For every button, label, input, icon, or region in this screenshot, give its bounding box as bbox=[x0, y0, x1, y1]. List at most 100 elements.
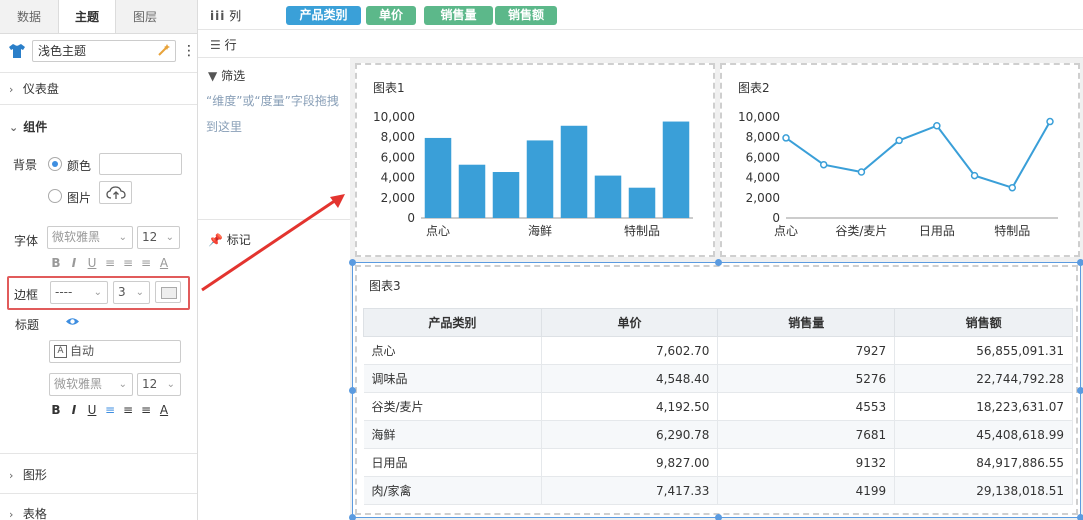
align-left-button[interactable]: ≡ bbox=[104, 256, 116, 270]
align-center-button[interactable]: ≡ bbox=[122, 256, 134, 270]
pill-unit-price[interactable]: 单价 bbox=[366, 6, 416, 25]
y-tick-label: 10,000 bbox=[738, 110, 780, 124]
divider bbox=[0, 493, 197, 494]
resize-handle[interactable] bbox=[349, 514, 356, 520]
tab-theme[interactable]: 主题 bbox=[58, 0, 116, 33]
chevron-right-icon: › bbox=[9, 469, 14, 482]
background-color-radio[interactable] bbox=[48, 157, 62, 171]
font-size-select[interactable]: 12 ⌄ bbox=[137, 226, 180, 249]
italic-button[interactable]: I bbox=[68, 403, 80, 417]
eye-icon[interactable] bbox=[65, 316, 80, 327]
x-tick-label: 特制品 bbox=[994, 223, 1030, 238]
table-cell: 22,744,792.28 bbox=[894, 364, 1073, 393]
resize-handle[interactable] bbox=[1077, 387, 1083, 394]
table-cell: 4,192.50 bbox=[541, 392, 719, 421]
title-font-family-select[interactable]: 微软雅黑 ⌄ bbox=[49, 373, 133, 396]
table-row[interactable]: 点心 7,602.70 7927 56,855,091.31 bbox=[363, 336, 1073, 365]
border-color-button[interactable] bbox=[155, 281, 181, 303]
align-right-button[interactable]: ≡ bbox=[140, 403, 152, 417]
align-center-button[interactable]: ≡ bbox=[122, 403, 134, 417]
border-width-select[interactable]: 3 ⌄ bbox=[113, 281, 150, 304]
columns-label-text: 列 bbox=[229, 9, 242, 23]
table-row[interactable]: 海鲜 6,290.78 7681 45,408,618.99 bbox=[363, 420, 1073, 449]
title-font-size-select[interactable]: 12 ⌄ bbox=[137, 373, 181, 396]
section-component[interactable]: ⌄ 组件 bbox=[0, 112, 197, 142]
align-left-button[interactable]: ≡ bbox=[104, 403, 116, 417]
section-shape-label: 图形 bbox=[22, 468, 47, 482]
bold-button[interactable]: B bbox=[50, 403, 62, 417]
table-header-cell[interactable]: 销售量 bbox=[717, 308, 896, 337]
divider bbox=[0, 453, 197, 454]
resize-handle[interactable] bbox=[715, 259, 722, 266]
table-cell: 4553 bbox=[717, 392, 896, 421]
italic-button[interactable]: I bbox=[68, 256, 80, 270]
table-cell: 9132 bbox=[717, 448, 896, 477]
rows-icon: ☰ bbox=[210, 38, 221, 52]
tab-layer[interactable]: 图层 bbox=[116, 0, 174, 33]
table-cell: 45,408,618.99 bbox=[894, 420, 1073, 449]
marks-shelf[interactable]: 📌 标记 bbox=[198, 226, 350, 254]
font-color-button[interactable]: A bbox=[158, 256, 170, 270]
bar bbox=[424, 137, 452, 218]
table-row[interactable]: 日用品 9,827.00 9132 84,917,886.55 bbox=[363, 448, 1073, 477]
table-cell: 56,855,091.31 bbox=[894, 336, 1073, 365]
table-row[interactable]: 肉/家禽 7,417.33 4199 29,138,018.51 bbox=[363, 476, 1073, 505]
table-cell: 调味品 bbox=[363, 364, 542, 393]
y-tick-label: 4,000 bbox=[381, 171, 415, 185]
background-color-input[interactable] bbox=[99, 153, 182, 175]
table-header-cell[interactable]: 单价 bbox=[540, 308, 719, 337]
font-color-button[interactable]: A bbox=[158, 403, 170, 417]
data-point bbox=[970, 171, 979, 180]
chevron-right-icon: › bbox=[9, 83, 14, 96]
align-right-button[interactable]: ≡ bbox=[140, 256, 152, 270]
resize-handle[interactable] bbox=[1077, 259, 1083, 266]
rows-label-text: 行 bbox=[224, 38, 237, 52]
cloud-upload-icon bbox=[106, 186, 126, 199]
table-header-cell[interactable]: 销售额 bbox=[894, 308, 1073, 337]
table-header-cell[interactable]: 产品类别 bbox=[363, 308, 542, 337]
columns-shelf-label: iii 列 bbox=[210, 7, 241, 24]
pill-product-category[interactable]: 产品类别 bbox=[286, 6, 361, 25]
resize-handle[interactable] bbox=[349, 387, 356, 394]
section-dashboard[interactable]: › 仪表盘 bbox=[0, 74, 197, 104]
font-family-select[interactable]: 微软雅黑 ⌄ bbox=[47, 226, 133, 249]
x-tick-label: 日用品 bbox=[919, 224, 955, 238]
x-tick-label: 特制品 bbox=[624, 223, 660, 238]
tab-data[interactable]: 数据 bbox=[0, 0, 58, 33]
background-color-label: 颜色 bbox=[67, 159, 92, 173]
text-type-icon: A bbox=[54, 345, 67, 358]
background-image-radio[interactable] bbox=[48, 189, 62, 203]
table-row[interactable]: 谷类/麦片 4,192.50 4553 18,223,631.07 bbox=[363, 392, 1073, 421]
theme-panel: 数据 主题 图层 浅色主题 ⋮ › 仪表盘 ⌄ 组件 背景 颜色 图片 字体 微… bbox=[0, 0, 198, 520]
font-size-value: 12 bbox=[142, 230, 158, 244]
more-options-icon[interactable]: ⋮ bbox=[182, 40, 196, 62]
underline-button[interactable]: U bbox=[86, 403, 98, 417]
section-table[interactable]: › 表格 bbox=[0, 499, 197, 520]
panel-tabs: 数据 主题 图层 bbox=[0, 0, 197, 34]
table-card[interactable]: 图表3 产品类别 单价 销售量 销售额 点心 7,602.70 7927 56,855,09… bbox=[349, 259, 1083, 520]
border-label: 边框 bbox=[14, 288, 39, 302]
font-format-toolbar: B I U ≡ ≡ ≡ A bbox=[50, 256, 170, 270]
resize-handle[interactable] bbox=[349, 259, 356, 266]
pill-sales-amount[interactable]: 销售额 bbox=[495, 6, 557, 25]
title-text-input[interactable]: A 自动 bbox=[49, 340, 181, 363]
resize-handle[interactable] bbox=[1077, 514, 1083, 520]
underline-button[interactable]: U bbox=[86, 256, 98, 270]
chevron-down-icon: ⌄ bbox=[165, 232, 174, 243]
pill-sales-volume[interactable]: 销售量 bbox=[424, 6, 493, 25]
rows-shelf-label[interactable]: ☰ 行 bbox=[210, 36, 237, 53]
theme-select[interactable]: 浅色主题 bbox=[32, 40, 176, 62]
chart1-card[interactable]: 图表1 0 2,000 4,000 6,000 8,000 10,000 点心 海鲜 特制品 bbox=[355, 63, 715, 257]
chart2-card[interactable]: 图表2 0 2,000 4,000 6,000 8,000 10,000 点心 谷类/麦片 日用… bbox=[720, 63, 1080, 257]
data-point bbox=[1046, 117, 1054, 126]
bold-button[interactable]: B bbox=[50, 256, 62, 270]
resize-handle[interactable] bbox=[715, 514, 722, 520]
data-point bbox=[819, 160, 828, 169]
section-shape[interactable]: › 图形 bbox=[0, 460, 197, 490]
border-style-select[interactable]: ---- ⌄ bbox=[50, 281, 108, 304]
bar bbox=[662, 121, 690, 218]
filter-shelf[interactable]: ▼ 筛选 bbox=[198, 62, 350, 90]
upload-button[interactable] bbox=[99, 181, 132, 204]
divider bbox=[198, 29, 1083, 30]
table-row[interactable]: 调味品 4,548.40 5276 22,744,792.28 bbox=[363, 364, 1073, 393]
